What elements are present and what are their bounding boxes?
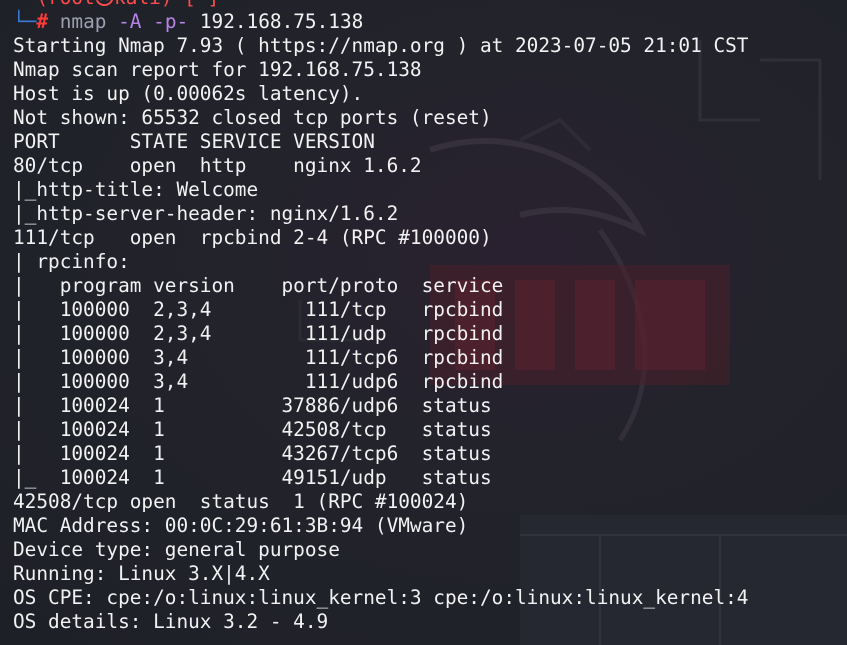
output-line: | 100024 1 42508/tcp status <box>13 418 492 441</box>
prompt-prefix: └─ <box>13 10 37 33</box>
output-line: PORT STATE SERVICE VERSION <box>13 130 375 153</box>
command-target: 192.168.75.138 <box>199 10 364 33</box>
output-line: | 100024 1 37886/udp6 status <box>13 394 492 417</box>
output-line: |_http-server-header: nginx/1.6.2 <box>13 202 399 225</box>
prompt-header-line: └─(root㉿kali)-[~] <box>13 0 748 10</box>
output-line: |_ 100024 1 49151/udp status <box>13 466 492 489</box>
output-line: Running: Linux 3.X|4.X <box>13 562 270 585</box>
prompt-user-host: (root㉿kali)-[~] <box>36 0 219 9</box>
output-line: Device type: general purpose <box>13 538 340 561</box>
output-line: | 100024 1 43267/tcp6 status <box>13 442 492 465</box>
terminal-output[interactable]: └─(root㉿kali)-[~] └─# nmap -A -p- 192.16… <box>13 0 748 634</box>
command-flags: -A -p- <box>118 10 189 33</box>
output-line: Host is up (0.00062s latency). <box>13 82 364 105</box>
output-line: MAC Address: 00:0C:29:61:3B:94 (VMware) <box>13 514 469 537</box>
output-line: 111/tcp open rpcbind 2-4 (RPC #100000) <box>13 226 492 249</box>
output-line: | 100000 3,4 111/tcp6 rpcbind <box>13 346 504 369</box>
output-line: | 100000 2,3,4 111/tcp rpcbind <box>13 298 504 321</box>
output-line: | 100000 2,3,4 111/udp rpcbind <box>13 322 504 345</box>
output-line: | rpcinfo: <box>13 250 130 273</box>
output-line: | 100000 3,4 111/udp6 rpcbind <box>13 370 504 393</box>
terminal-window[interactable]: └─(root㉿kali)-[~] └─# nmap -A -p- 192.16… <box>0 0 847 645</box>
prompt-corner: └─ <box>13 0 36 9</box>
output-line: 80/tcp open http nginx 1.6.2 <box>13 154 422 177</box>
output-line: OS CPE: cpe:/o:linux:linux_kernel:3 cpe:… <box>13 586 749 609</box>
output-line: Not shown: 65532 closed tcp ports (reset… <box>13 106 492 129</box>
command-name: nmap <box>59 10 107 33</box>
output-line: Starting Nmap 7.93 ( https://nmap.org ) … <box>13 34 749 57</box>
output-line: |_http-title: Welcome <box>13 178 259 201</box>
output-line: | program version port/proto service <box>13 274 504 297</box>
output-line: Nmap scan report for 192.168.75.138 <box>13 58 422 81</box>
output-line: OS details: Linux 3.2 - 4.9 <box>13 610 329 633</box>
output-line: 42508/tcp open status 1 (RPC #100024) <box>13 490 469 513</box>
command-line[interactable]: └─# nmap -A -p- 192.168.75.138 <box>13 10 748 34</box>
prompt-hash: # <box>36 10 49 33</box>
